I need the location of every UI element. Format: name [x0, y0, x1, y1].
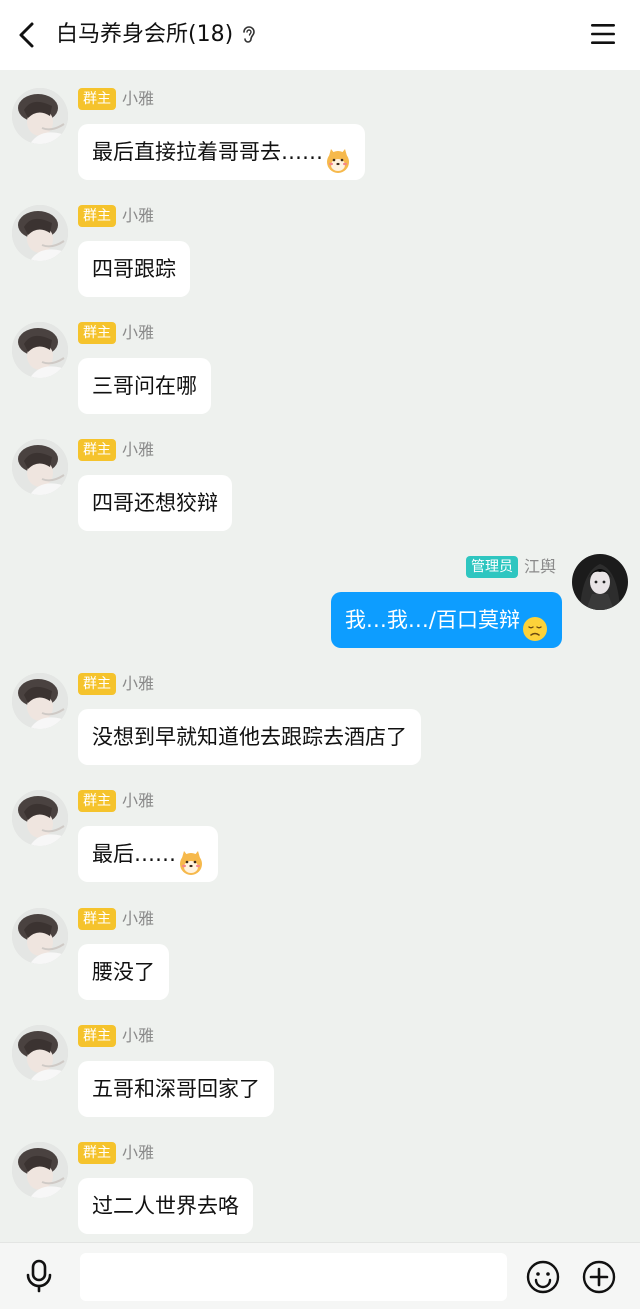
- incoming-message: 群主 小雅四哥跟踪: [0, 195, 640, 297]
- voice-button[interactable]: [22, 1258, 56, 1294]
- avatar[interactable]: [12, 322, 68, 378]
- message-text: 五哥和深哥回家了: [92, 1077, 260, 1101]
- sender-name[interactable]: 小雅: [122, 1025, 154, 1047]
- outgoing-message: 管理员 江舆我…我…/百口莫辩: [0, 546, 640, 648]
- sender-name[interactable]: 小雅: [122, 673, 154, 695]
- back-button[interactable]: [14, 20, 42, 50]
- avatar[interactable]: [12, 1025, 68, 1081]
- message-bubble[interactable]: 没想到早就知道他去跟踪去酒店了: [78, 709, 421, 765]
- sender-meta: 群主 小雅: [78, 205, 154, 227]
- sender-meta: 群主 小雅: [78, 908, 154, 930]
- role-badge: 群主: [78, 1142, 116, 1164]
- sad-face-emoji-icon: [522, 607, 548, 641]
- sender-meta: 群主 小雅: [78, 673, 154, 695]
- incoming-message: 群主 小雅最后直接拉着哥哥去……: [0, 78, 640, 180]
- message-list[interactable]: 群主 小雅 最后直接拉着哥哥去…… 群主 小雅 四哥跟踪 群主 小雅 三哥问在哪 群主 小雅四…: [0, 70, 640, 1242]
- avatar[interactable]: [12, 439, 68, 495]
- ear-icon: [243, 26, 255, 43]
- message-bubble[interactable]: 四哥跟踪: [78, 241, 190, 297]
- role-badge: 群主: [78, 908, 116, 930]
- message-text: 四哥跟踪: [92, 257, 176, 281]
- message-text: 腰没了: [92, 960, 155, 984]
- sender-name[interactable]: 小雅: [122, 88, 154, 110]
- incoming-message: 群主 小雅三哥问在哪: [0, 312, 640, 414]
- incoming-message: 群主 小雅过二人世界去咯: [0, 1132, 640, 1234]
- role-badge: 群主: [78, 439, 116, 461]
- sender-meta: 群主 小雅: [78, 322, 154, 344]
- message-bubble[interactable]: 五哥和深哥回家了: [78, 1061, 274, 1117]
- message-text: 三哥问在哪: [92, 374, 197, 398]
- message-text: 我…我…/百口莫辩: [344, 608, 520, 632]
- message-text: 过二人世界去咯: [92, 1194, 239, 1218]
- message-text: 最后直接拉着哥哥去……: [92, 140, 323, 164]
- sender-meta: 群主 小雅: [78, 1025, 154, 1047]
- message-bubble[interactable]: 最后……: [78, 826, 218, 882]
- sender-name[interactable]: 小雅: [122, 439, 154, 461]
- sender-meta: 群主 小雅: [78, 88, 154, 110]
- role-badge: 群主: [78, 1025, 116, 1047]
- menu-button[interactable]: [590, 22, 616, 46]
- emoji-button[interactable]: [525, 1259, 561, 1295]
- group-title: 白马养身会所(18): [56, 22, 234, 47]
- avatar[interactable]: [12, 673, 68, 729]
- sender-name[interactable]: 小雅: [122, 205, 154, 227]
- incoming-message: 群主 小雅四哥还想狡辩: [0, 429, 640, 531]
- role-badge: 群主: [78, 88, 116, 110]
- shiba-emoji-icon: [325, 139, 351, 173]
- sender-meta: 群主 小雅: [78, 439, 154, 461]
- message-bubble[interactable]: 腰没了: [78, 944, 169, 1000]
- sender-meta: 群主 小雅: [78, 1142, 154, 1164]
- sender-name[interactable]: 小雅: [122, 790, 154, 812]
- message-text: 没想到早就知道他去跟踪去酒店了: [92, 725, 407, 749]
- incoming-message: 群主 小雅腰没了: [0, 898, 640, 1000]
- sender-name[interactable]: 小雅: [122, 908, 154, 930]
- role-badge: 群主: [78, 205, 116, 227]
- message-input[interactable]: [80, 1253, 507, 1301]
- avatar[interactable]: [12, 205, 68, 261]
- sender-meta: 群主 小雅: [78, 790, 154, 812]
- incoming-message: 群主 小雅最后……: [0, 780, 640, 882]
- shiba-emoji-icon: [178, 841, 204, 875]
- hamburger-menu-icon: [591, 24, 615, 44]
- role-badge: 管理员: [465, 556, 518, 578]
- sender-meta: 管理员 江舆: [465, 556, 556, 578]
- chat-title-group[interactable]: 白马养身会所(18): [56, 20, 257, 50]
- avatar[interactable]: [12, 790, 68, 846]
- message-bubble[interactable]: 最后直接拉着哥哥去……: [78, 124, 365, 180]
- incoming-message: 群主 小雅五哥和深哥回家了: [0, 1015, 640, 1117]
- smiley-icon: [526, 1260, 560, 1294]
- sender-name[interactable]: 江舆: [524, 556, 556, 578]
- avatar[interactable]: [572, 554, 628, 610]
- message-text: 最后……: [92, 842, 176, 866]
- message-bubble[interactable]: 四哥还想狡辩: [78, 475, 232, 531]
- chevron-left-icon: [19, 22, 34, 48]
- role-badge: 群主: [78, 790, 116, 812]
- sender-name[interactable]: 小雅: [122, 322, 154, 344]
- avatar[interactable]: [12, 1142, 68, 1198]
- message-text: 四哥还想狡辩: [92, 491, 218, 515]
- input-bar: [0, 1242, 640, 1309]
- chat-header: 白马养身会所(18): [0, 0, 640, 70]
- incoming-message: 群主 小雅没想到早就知道他去跟踪去酒店了: [0, 663, 640, 765]
- role-badge: 群主: [78, 673, 116, 695]
- avatar[interactable]: [12, 908, 68, 964]
- microphone-icon: [26, 1259, 52, 1293]
- message-bubble[interactable]: 我…我…/百口莫辩: [330, 592, 562, 648]
- sender-name[interactable]: 小雅: [122, 1142, 154, 1164]
- plus-circle-icon: [582, 1260, 616, 1294]
- avatar[interactable]: [12, 88, 68, 144]
- more-button[interactable]: [581, 1259, 617, 1295]
- role-badge: 群主: [78, 322, 116, 344]
- message-bubble[interactable]: 过二人世界去咯: [78, 1178, 253, 1234]
- message-bubble[interactable]: 三哥问在哪: [78, 358, 211, 414]
